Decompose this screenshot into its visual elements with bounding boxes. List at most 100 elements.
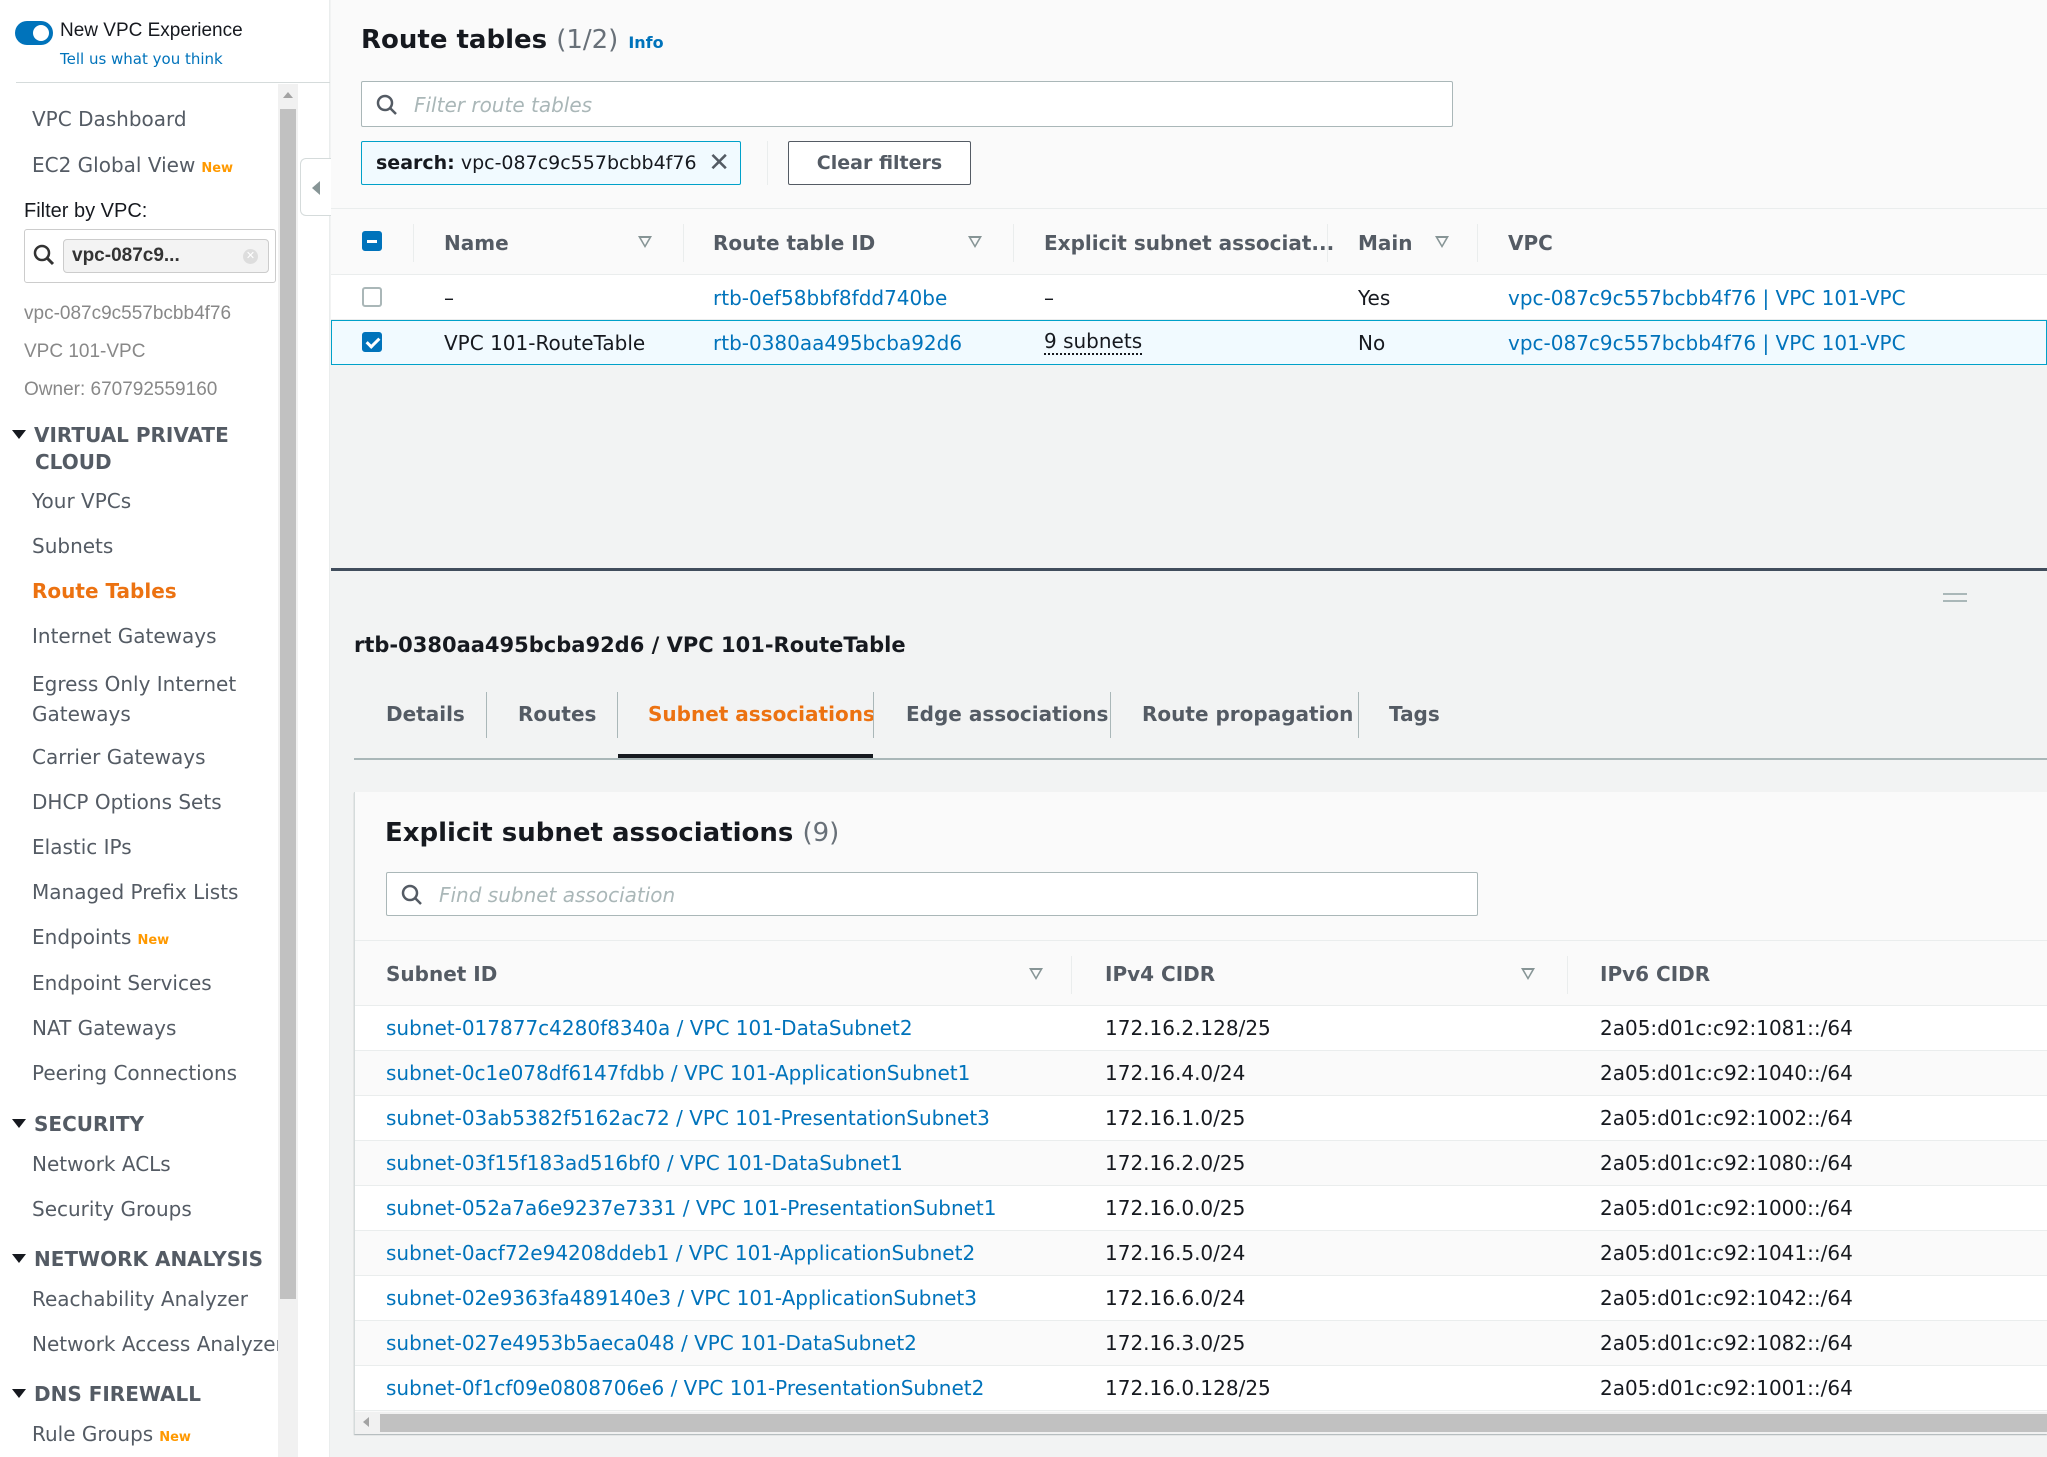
tab-edge-associations[interactable]: Edge associations [906, 702, 1108, 726]
sort-icon[interactable] [1029, 968, 1043, 980]
sidebar-item-rule-groups[interactable]: Rule Groups New [32, 1422, 191, 1446]
row-checkbox[interactable] [362, 287, 382, 307]
subnet-id-link[interactable]: subnet-017877c4280f8340a / VPC 101-DataS… [386, 1016, 913, 1040]
sidebar-item-internet-gateways[interactable]: Internet Gateways [32, 624, 217, 648]
subnet-id-link[interactable]: subnet-0c1e078df6147fdbb / VPC 101-Appli… [386, 1061, 970, 1085]
drag-handle-icon[interactable] [1943, 593, 1967, 602]
cell-main: Yes [1358, 286, 1391, 310]
sort-icon[interactable] [968, 236, 982, 248]
scroll-left-arrow-icon[interactable] [363, 1417, 369, 1427]
sidebar-item-managed-prefix-lists[interactable]: Managed Prefix Lists [32, 880, 238, 904]
tab-separator [486, 692, 487, 738]
sidebar-item-network-acls[interactable]: Network ACLs [32, 1152, 171, 1176]
tab-details[interactable]: Details [386, 702, 465, 726]
column-header-explicit-subnet-associations[interactable]: Explicit subnet associat... [1044, 231, 1334, 255]
active-tab-indicator [618, 754, 873, 758]
sidebar-item-endpoint-services[interactable]: Endpoint Services [32, 971, 212, 995]
sidebar-item-subnets[interactable]: Subnets [32, 534, 113, 558]
vpc-filter-chip[interactable]: vpc-087c9... ✕ [63, 239, 269, 273]
filter-token: search: vpc-087c9c557bcbb4f76 ✕ [361, 141, 741, 185]
column-header-route-table-id[interactable]: Route table ID [713, 231, 875, 255]
vpc-link[interactable]: vpc-087c9c557bcbb4f76 | VPC 101-VPC [1508, 286, 1906, 310]
sidebar-item-egress-only-internet-gateways[interactable]: Egress Only Internet Gateways [32, 669, 236, 729]
remove-filter-icon[interactable]: ✕ [708, 148, 730, 178]
sidebar-item-ec2-global-view[interactable]: EC2 Global View New [32, 153, 233, 177]
tab-route-propagation[interactable]: Route propagation [1142, 702, 1353, 726]
subnet-id-link[interactable]: subnet-052a7a6e9237e7331 / VPC 101-Prese… [386, 1196, 997, 1220]
section-virtual-private-cloud[interactable]: VIRTUAL PRIVATE CLOUD [12, 422, 229, 476]
sidebar-item-your-vpcs[interactable]: Your VPCs [32, 489, 131, 513]
subnet-id-link[interactable]: subnet-02e9363fa489140e3 / VPC 101-Appli… [386, 1286, 977, 1310]
subnet-table-header: Subnet ID IPv4 CIDR IPv6 CIDR [355, 940, 2047, 1006]
sidebar-scrollbar[interactable] [278, 84, 298, 1457]
subnet-id-link[interactable]: subnet-0f1cf09e0808706e6 / VPC 101-Prese… [386, 1376, 984, 1400]
filter-route-tables-input[interactable] [361, 81, 1453, 127]
sidebar-item-carrier-gateways[interactable]: Carrier Gateways [32, 745, 206, 769]
sidebar-item-network-access-analyzer[interactable]: Network Access Analyzer [32, 1332, 284, 1356]
table-row-selected[interactable]: VPC 101-RouteTable rtb-0380aa495bcba92d6… [331, 320, 2047, 365]
table-row[interactable]: – rtb-0ef58bbf8fdd740be – Yes vpc-087c9c… [331, 275, 2047, 320]
subnet-id-link[interactable]: subnet-03f15f183ad516bf0 / VPC 101-DataS… [386, 1151, 903, 1175]
route-table-id-link[interactable]: rtb-0ef58bbf8fdd740be [713, 286, 947, 310]
sort-icon[interactable] [1521, 968, 1535, 980]
select-all-checkbox[interactable] [362, 231, 382, 251]
sidebar-item-security-groups[interactable]: Security Groups [32, 1197, 192, 1221]
column-header-main[interactable]: Main [1358, 231, 1413, 255]
route-table-id-link[interactable]: rtb-0380aa495bcba92d6 [713, 331, 962, 355]
sidebar-item-dhcp-options-sets[interactable]: DHCP Options Sets [32, 790, 222, 814]
clear-filters-button[interactable]: Clear filters [788, 141, 971, 185]
subnet-id-link[interactable]: subnet-027e4953b5aeca048 / VPC 101-DataS… [386, 1331, 917, 1355]
find-subnet-association-field[interactable] [439, 880, 1439, 910]
section-security[interactable]: SECURITY [12, 1111, 144, 1138]
cell-explicit-associations: – [1044, 286, 1054, 310]
info-link[interactable]: Info [628, 33, 663, 52]
horizontal-scrollbar-thumb[interactable] [380, 1414, 2047, 1432]
column-separator [683, 224, 684, 262]
table-row: subnet-0c1e078df6147fdbb / VPC 101-Appli… [355, 1051, 2047, 1096]
sort-icon[interactable] [638, 236, 652, 248]
feedback-link[interactable]: Tell us what you think [60, 50, 223, 68]
filter-route-tables-field[interactable] [414, 90, 1414, 120]
tab-subnet-associations[interactable]: Subnet associations [648, 702, 875, 726]
subnet-id-link[interactable]: subnet-03ab5382f5162ac72 / VPC 101-Prese… [386, 1106, 990, 1130]
row-checkbox[interactable] [362, 332, 382, 352]
sidebar-item-reachability-analyzer[interactable]: Reachability Analyzer [32, 1287, 248, 1311]
column-header-name[interactable]: Name [444, 231, 509, 255]
sidebar-scrollbar-thumb[interactable] [280, 109, 296, 1299]
cell-ipv6-cidr: 2a05:d01c:c92:1002::/64 [1600, 1106, 1853, 1130]
sidebar-item-nat-gateways[interactable]: NAT Gateways [32, 1016, 176, 1040]
tab-routes[interactable]: Routes [518, 702, 596, 726]
explicit-associations-popover-trigger[interactable]: 9 subnets [1044, 329, 1143, 355]
caret-down-icon [12, 1254, 26, 1263]
column-header-ipv6-cidr[interactable]: IPv6 CIDR [1600, 962, 1710, 986]
split-panel-divider[interactable] [331, 568, 2047, 571]
column-header-subnet-id[interactable]: Subnet ID [386, 962, 497, 986]
sidebar-item-peering-connections[interactable]: Peering Connections [32, 1061, 237, 1085]
sort-icon[interactable] [1435, 236, 1449, 248]
find-subnet-association-input[interactable] [386, 872, 1478, 916]
clear-icon[interactable]: ✕ [243, 249, 258, 264]
table-row: subnet-03ab5382f5162ac72 / VPC 101-Prese… [355, 1096, 2047, 1141]
column-header-vpc[interactable]: VPC [1508, 231, 1553, 255]
sidebar-item-label: Your VPCs [32, 489, 132, 513]
horizontal-scrollbar[interactable] [355, 1412, 2047, 1434]
tab-tags[interactable]: Tags [1389, 702, 1440, 726]
sidebar-item-route-tables[interactable]: Route Tables [32, 579, 177, 603]
column-header-ipv4-cidr[interactable]: IPv4 CIDR [1105, 962, 1215, 986]
new-badge: New [159, 1430, 191, 1445]
section-network-analysis[interactable]: NETWORK ANALYSIS [12, 1246, 263, 1273]
section-dns-firewall[interactable]: DNS FIREWALL [12, 1381, 201, 1408]
collapse-sidebar-button[interactable] [300, 158, 332, 216]
sidebar-item-label: DHCP Options Sets [32, 790, 222, 814]
vpc-link[interactable]: vpc-087c9c557bcbb4f76 | VPC 101-VPC [1508, 331, 1906, 355]
sidebar-item-label: Elastic IPs [32, 835, 132, 859]
new-vpc-experience-toggle[interactable] [15, 21, 53, 45]
cell-name: VPC 101-RouteTable [444, 331, 646, 355]
sidebar-item-endpoints[interactable]: Endpoints New [32, 925, 169, 949]
route-tables-panel: Route tables (1/2) Info search: vpc-087c9… [331, 0, 2047, 570]
vpc-filter-select[interactable]: vpc-087c9... ✕ [24, 229, 276, 283]
scroll-up-arrow-icon[interactable] [283, 92, 293, 98]
subnet-id-link[interactable]: subnet-0acf72e94208ddeb1 / VPC 101-Appli… [386, 1241, 975, 1265]
sidebar-item-elastic-ips[interactable]: Elastic IPs [32, 835, 132, 859]
sidebar-item-vpc-dashboard[interactable]: VPC Dashboard [32, 107, 187, 131]
